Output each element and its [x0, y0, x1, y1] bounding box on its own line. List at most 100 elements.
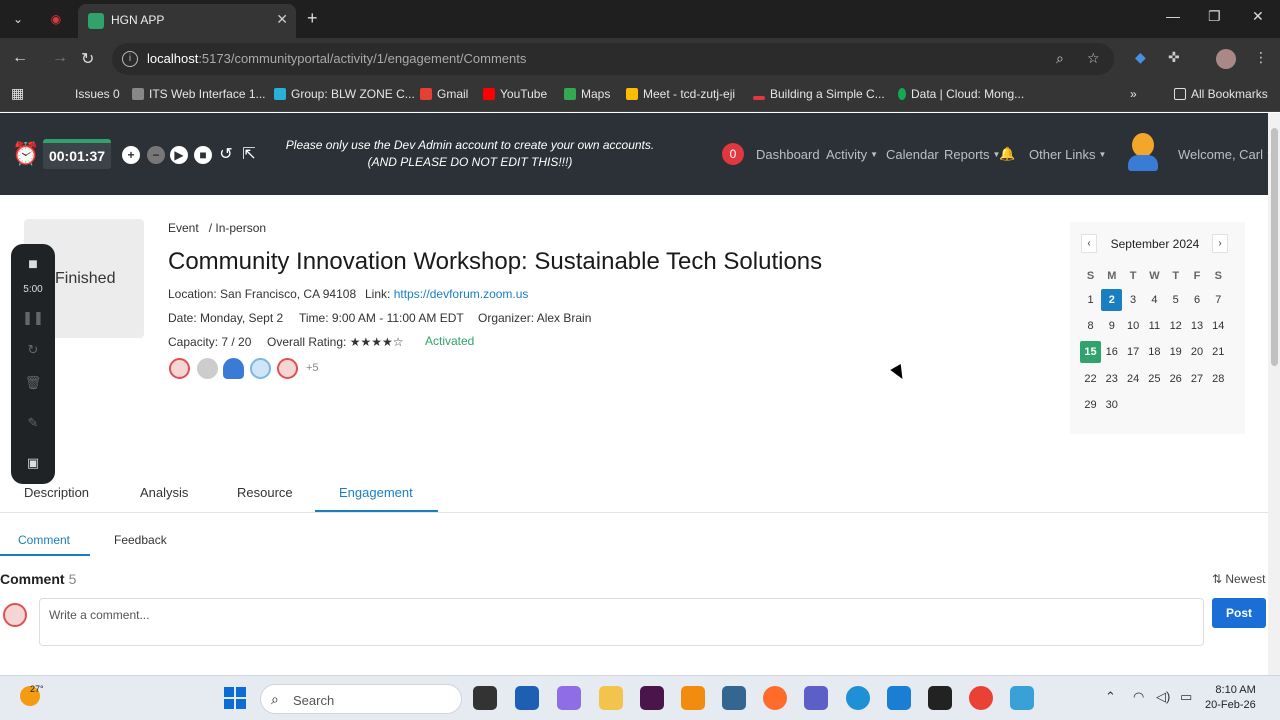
nav-calendar[interactable]: Calendar — [886, 147, 939, 162]
calendar-day[interactable]: 22 — [1080, 368, 1101, 390]
calendar-day[interactable]: 6 — [1187, 289, 1208, 311]
calendar-day[interactable]: 4 — [1144, 289, 1165, 311]
calendar-day[interactable]: 7 — [1208, 289, 1229, 311]
firefox-icon[interactable] — [763, 686, 787, 710]
attendee-avatar[interactable] — [169, 358, 190, 379]
taskbar-search[interactable]: ⌕ Search — [260, 684, 462, 714]
all-bookmarks[interactable]: All Bookmarks — [1174, 87, 1268, 101]
calendar-day[interactable]: 18 — [1144, 341, 1165, 363]
user-avatar[interactable] — [1128, 133, 1158, 171]
restart-icon[interactable]: ↻ — [11, 342, 55, 358]
calendar-day[interactable]: 1 — [1080, 289, 1101, 311]
calendar-day[interactable]: 10 — [1123, 315, 1144, 337]
extensions-puzzle-icon[interactable]: ✜ — [1168, 49, 1180, 66]
reset-icon[interactable]: ↺ — [217, 146, 235, 164]
calendar-day[interactable]: 25 — [1144, 368, 1165, 390]
calendar-day[interactable]: 20 — [1187, 341, 1208, 363]
subtab-comment[interactable]: Comment — [18, 533, 70, 547]
forward-icon[interactable]: → — [52, 49, 68, 67]
extension-icon[interactable]: ◆ — [1135, 49, 1146, 66]
tab-resource[interactable]: Resource — [237, 485, 293, 500]
more-attendees[interactable]: +5 — [306, 362, 319, 374]
store-icon[interactable] — [515, 686, 539, 710]
vscode-icon[interactable] — [887, 686, 911, 710]
calendar-day[interactable]: 19 — [1165, 341, 1186, 363]
add-time-icon[interactable]: + — [122, 146, 140, 164]
wifi-icon[interactable]: ◠ — [1133, 689, 1144, 705]
calendar-day[interactable]: 23 — [1101, 368, 1122, 390]
address-bar[interactable]: i localhost:5173/communityportal/activit… — [112, 43, 1114, 75]
attendee-avatar[interactable] — [277, 358, 298, 379]
edge-icon[interactable] — [846, 686, 870, 710]
post-button[interactable]: Post — [1212, 598, 1266, 628]
bookmark-item[interactable]: Maps — [564, 87, 610, 101]
windows-start-icon[interactable] — [224, 687, 246, 709]
camera-icon[interactable]: ▣ — [11, 455, 55, 471]
calendar-day[interactable]: 8 — [1080, 315, 1101, 337]
attendee-avatar[interactable] — [223, 358, 244, 379]
snipping-tool-icon[interactable] — [1010, 686, 1034, 710]
chrome-icon[interactable] — [969, 686, 993, 710]
bookmark-item[interactable]: Gmail — [420, 87, 468, 101]
nav-reports[interactable]: Reports ▼ — [944, 147, 1000, 162]
calendar-day[interactable]: 5 — [1165, 289, 1186, 311]
tab-description[interactable]: Description — [24, 485, 89, 500]
event-link[interactable]: https://devforum.zoom.us — [394, 287, 529, 301]
apps-grid-icon[interactable]: ▦ — [11, 85, 24, 102]
calendar-day[interactable]: 12 — [1165, 315, 1186, 337]
zoom-icon[interactable]: ⌕ — [1056, 50, 1064, 67]
postgres-icon[interactable] — [722, 686, 746, 710]
calendar-day[interactable]: 16 — [1101, 341, 1122, 363]
profile-avatar[interactable] — [1216, 49, 1236, 69]
pause-icon[interactable]: ❚❚ — [11, 310, 55, 326]
calendar-day[interactable]: 11 — [1144, 315, 1165, 337]
bookmark-item[interactable]: Issues 0 — [75, 87, 120, 101]
comment-input[interactable] — [39, 598, 1204, 646]
system-clock[interactable]: 8:10 AM 20-Feb-26 — [1205, 683, 1256, 713]
open-external-icon[interactable]: ⇱ — [240, 146, 258, 164]
draw-icon[interactable]: ✎ — [11, 415, 55, 431]
nav-other-links[interactable]: Other Links ▼ — [1029, 147, 1106, 162]
calendar-day[interactable]: 2 — [1101, 289, 1123, 311]
subtract-time-icon[interactable]: − — [147, 146, 165, 164]
file-explorer-icon[interactable] — [599, 686, 623, 710]
calendar-day[interactable]: 24 — [1123, 368, 1144, 390]
nav-dashboard[interactable]: Dashboard — [756, 147, 820, 162]
nav-activity[interactable]: Activity ▼ — [826, 147, 878, 162]
terminal-icon[interactable] — [928, 686, 952, 710]
stop-icon[interactable]: ■ — [194, 146, 212, 164]
stop-recording-icon[interactable]: ■ — [11, 256, 55, 274]
play-icon[interactable]: ▶ — [170, 146, 188, 164]
bookmark-item[interactable]: Group: BLW ZONE C... — [274, 87, 415, 101]
calendar-day[interactable]: 26 — [1165, 368, 1186, 390]
vlc-icon[interactable] — [681, 686, 705, 710]
prev-month-button[interactable]: ‹ — [1081, 234, 1097, 253]
welcome-menu[interactable]: Welcome, Carl▼ — [1178, 147, 1274, 162]
maximize-icon[interactable]: ❐ — [1208, 8, 1221, 25]
taskview-icon[interactable] — [473, 686, 497, 710]
bell-icon[interactable]: 🔔 — [999, 146, 1015, 162]
calendar-day[interactable]: 9 — [1101, 315, 1122, 337]
calendar-day[interactable]: 15 — [1080, 341, 1101, 364]
slack-icon[interactable] — [640, 686, 664, 710]
attendee-avatar[interactable] — [250, 358, 271, 379]
new-tab-icon[interactable]: + — [307, 8, 318, 29]
calendar-day[interactable]: 28 — [1208, 368, 1229, 390]
bookmark-item[interactable]: Building a Simple C... — [753, 87, 885, 101]
bookmark-item[interactable]: YouTube — [483, 87, 547, 101]
close-window-icon[interactable]: ✕ — [1252, 8, 1264, 25]
calendar-day[interactable]: 30 — [1101, 394, 1122, 416]
calendar-day[interactable]: 14 — [1208, 315, 1229, 337]
bookmark-item[interactable]: ITS Web Interface 1... — [132, 87, 266, 101]
volume-icon[interactable]: ◁) — [1156, 689, 1170, 705]
close-tab-icon[interactable]: ✕ — [276, 11, 288, 28]
minimize-icon[interactable]: — — [1166, 8, 1180, 24]
calendar-day[interactable]: 3 — [1123, 289, 1144, 311]
subtab-feedback[interactable]: Feedback — [114, 533, 167, 547]
bookmarks-overflow-icon[interactable]: » — [1130, 87, 1137, 101]
calendar-day[interactable]: 21 — [1208, 341, 1229, 363]
teams-icon[interactable] — [804, 686, 828, 710]
page-scrollbar[interactable] — [1268, 113, 1280, 675]
calendar-day[interactable]: 27 — [1187, 368, 1208, 390]
attendee-avatar[interactable] — [197, 358, 218, 379]
